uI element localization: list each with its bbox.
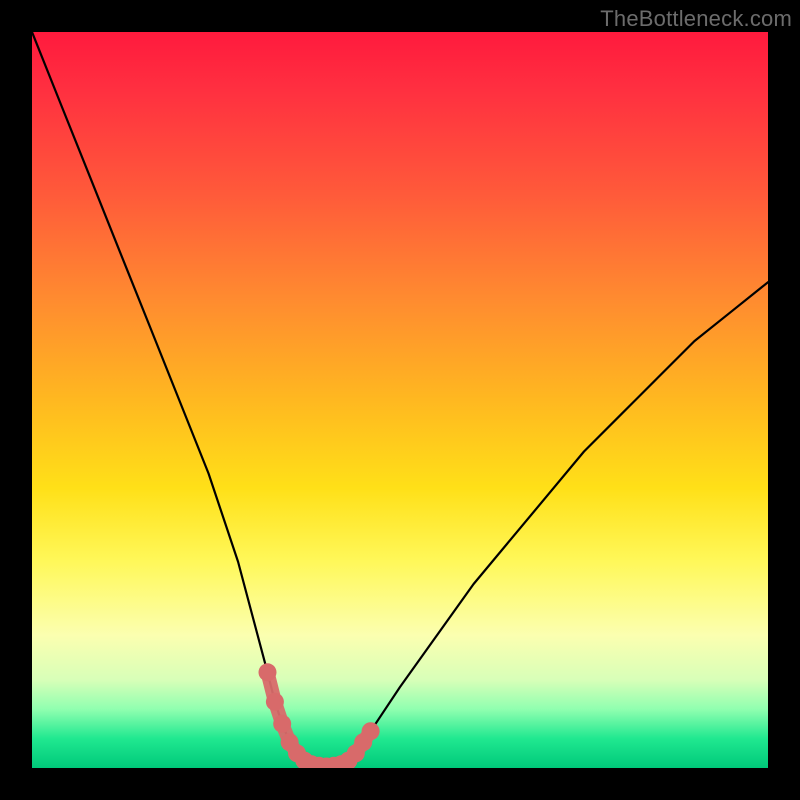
plot-area — [32, 32, 768, 768]
chart-svg — [32, 32, 768, 768]
watermark-text: TheBottleneck.com — [600, 6, 792, 32]
curve-line — [32, 32, 768, 767]
bottom-marker — [259, 663, 380, 768]
chart-frame: TheBottleneck.com — [0, 0, 800, 800]
